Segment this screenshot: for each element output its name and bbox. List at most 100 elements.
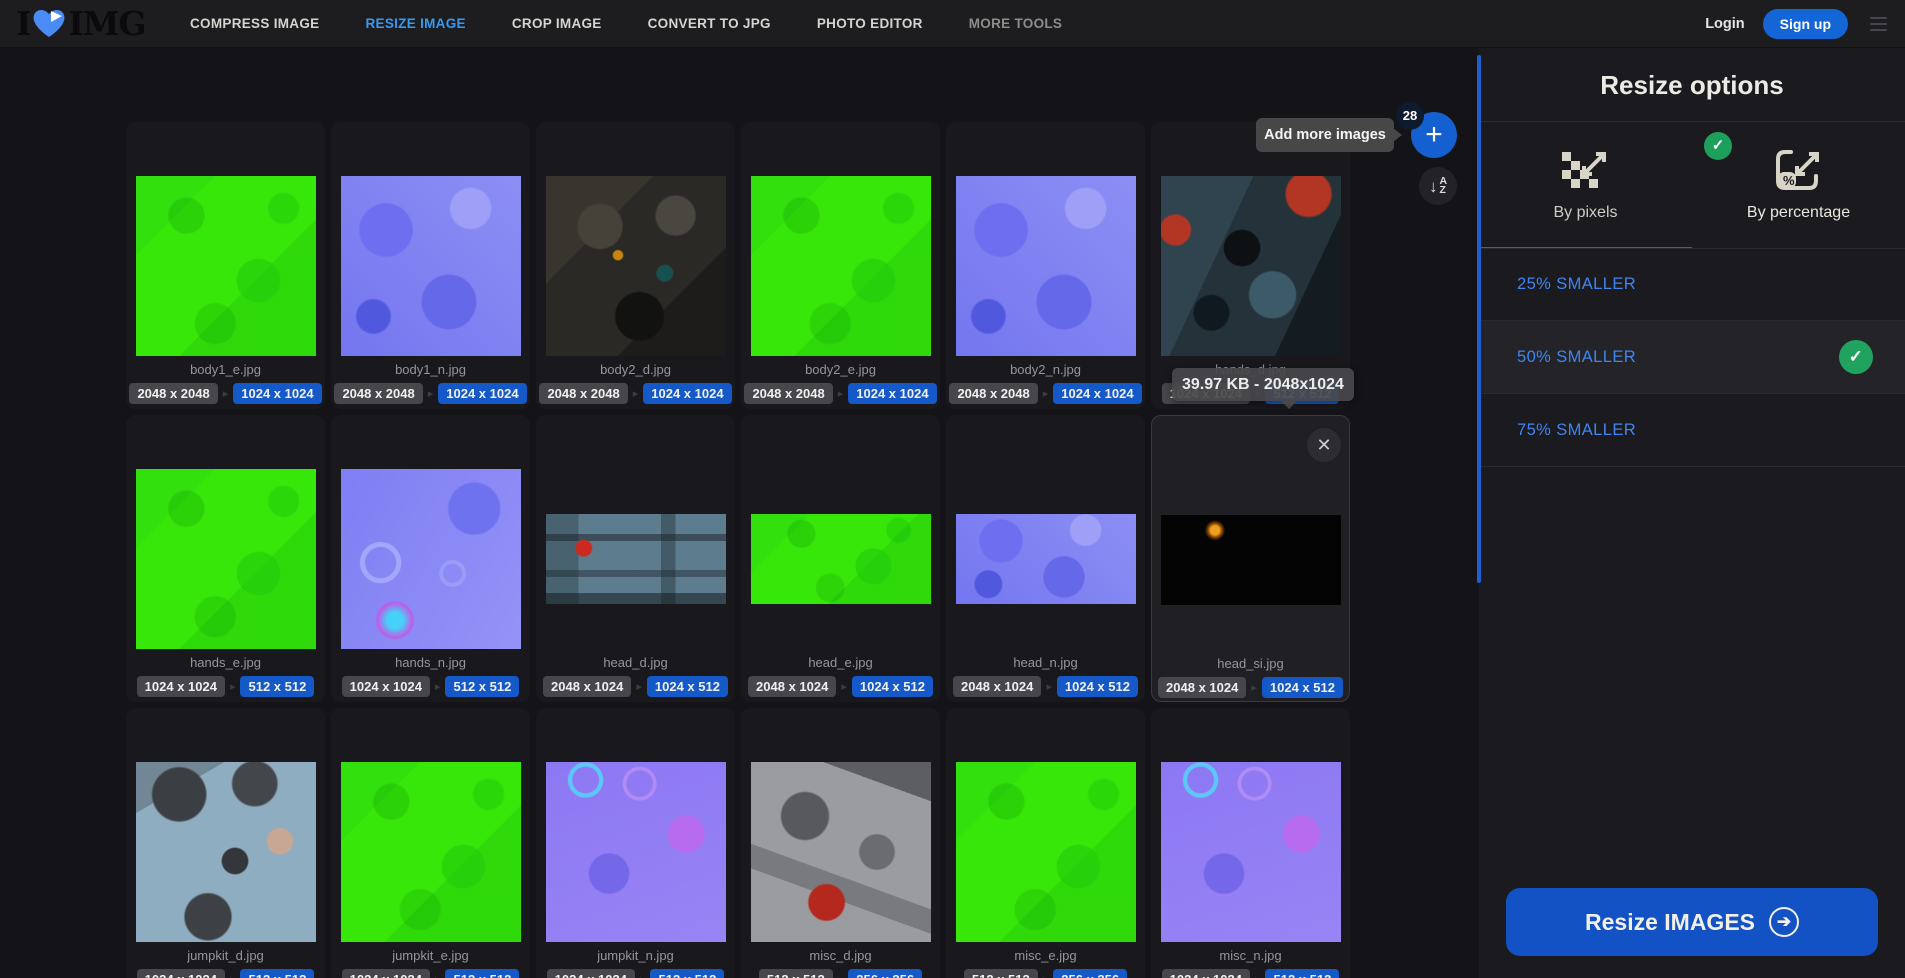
original-size-badge: 2048 x 1024 [543,676,632,697]
signup-button[interactable]: Sign up [1762,8,1848,39]
resize-arrow-icon: ▸ [1046,681,1052,693]
resize-arrow-icon: ▸ [838,973,844,978]
target-size-badge: 512 x 512 [1265,969,1340,978]
file-name: head_e.jpg [808,655,873,670]
file-card-body1_e[interactable]: body1_e.jpg 2048 x 2048 ▸ 1024 x 1024 [126,122,325,409]
target-size-badge: 256 x 256 [848,969,923,978]
file-name: body2_e.jpg [805,362,876,377]
file-name: head_si.jpg [1217,656,1284,671]
size-badges: 2048 x 2048 ▸ 1024 x 1024 [744,383,937,404]
file-name: head_n.jpg [1013,655,1078,670]
target-size-badge: 1024 x 512 [1261,677,1343,698]
size-badges: 1024 x 1024 ▸ 512 x 512 [1161,969,1340,978]
image-thumbnail [1160,176,1341,356]
heart-icon [34,9,65,37]
file-name: body2_n.jpg [1010,362,1081,377]
image-thumbnail [750,514,931,604]
original-size-badge: 2048 x 2048 [744,383,833,404]
resize-arrow-icon: ▸ [230,973,236,978]
file-name: body2_d.jpg [600,362,671,377]
login-link[interactable]: Login [1705,16,1744,32]
file-card-jumpkit_d[interactable]: jumpkit_d.jpg 1024 x 1024 ▸ 512 x 512 [126,708,325,978]
logo-text-i: I [16,4,31,43]
logo-text-img: IMG [68,4,146,43]
file-card-head_d[interactable]: head_d.jpg 2048 x 1024 ▸ 1024 x 512 [536,415,735,702]
file-card-body1_n[interactable]: body1_n.jpg 2048 x 2048 ▸ 1024 x 1024 [331,122,530,409]
nav-item-convert-to-jpg[interactable]: CONVERT TO JPG [648,16,771,31]
remove-file-icon[interactable]: ✕ [1307,428,1341,462]
file-card-body2_n[interactable]: body2_n.jpg 2048 x 2048 ▸ 1024 x 1024 [946,122,1145,409]
file-card-misc_d[interactable]: misc_d.jpg 512 x 512 ▸ 256 x 256 [741,708,940,978]
option-label: 75% SMALLER [1517,420,1637,439]
size-badges: 1024 x 1024 ▸ 512 x 512 [136,969,315,978]
file-name: misc_d.jpg [809,948,872,963]
file-info-tooltip: 39.97 KB - 2048x1024 [1172,368,1354,409]
file-grid: body1_e.jpg 2048 x 2048 ▸ 1024 x 1024 body1_… [126,122,1350,978]
thumbnail-area [135,415,316,654]
size-badges: 1024 x 1024 ▸ 512 x 512 [341,676,520,697]
target-size-badge: 1024 x 1024 [848,383,937,404]
file-card-hands_d[interactable]: hands_d.jpg1024 x 1024▸512 x 512 [1151,122,1350,409]
svg-text:%: % [1783,173,1795,188]
file-card-head_n[interactable]: head_n.jpg 2048 x 1024 ▸ 1024 x 512 [946,415,1145,702]
pixels-icon [1561,151,1606,188]
file-name: misc_n.jpg [1219,948,1282,963]
iloveimg-logo[interactable]: I IMG [16,7,166,41]
image-thumbnail [955,176,1136,356]
nav-item-photo-editor[interactable]: PHOTO EDITOR [817,16,923,31]
nav-item-crop-image[interactable]: CROP IMAGE [512,16,602,31]
file-card-hands_n[interactable]: hands_n.jpg 1024 x 1024 ▸ 512 x 512 [331,415,530,702]
sort-az-button[interactable]: ↓ A Z [1419,167,1457,205]
nav-item-compress-image[interactable]: COMPRESS IMAGE [190,16,319,31]
iloveimg-resize-page: { "topbar": { "logo_pre": "I", "logo_pos… [0,0,1905,978]
size-badges: 2048 x 1024 ▸ 1024 x 512 [543,676,728,697]
sidebar-scrollbar[interactable] [1477,55,1481,583]
file-card-misc_e[interactable]: misc_e.jpg 512 x 512 ▸ 256 x 256 [946,708,1145,978]
target-size-badge: 1024 x 1024 [1053,383,1142,404]
image-thumbnail [340,176,521,356]
thumbnail-area [955,708,1136,947]
menu-icon[interactable] [1866,13,1891,35]
option-25-smaller[interactable]: 25% SMALLER [1479,248,1905,321]
resize-images-button[interactable]: Resize IMAGES ➔ [1506,888,1878,956]
file-card-head_e[interactable]: head_e.jpg 2048 x 1024 ▸ 1024 x 512 [741,415,940,702]
nav-item-more-tools[interactable]: MORE TOOLS [969,16,1063,31]
file-card-hands_e[interactable]: hands_e.jpg 1024 x 1024 ▸ 512 x 512 [126,415,325,702]
option-75-smaller[interactable]: 75% SMALLER [1479,394,1905,467]
file-count-badge: 28 [1396,102,1424,130]
percentage-icon: % [1775,150,1819,190]
file-card-body2_d[interactable]: body2_d.jpg 2048 x 2048 ▸ 1024 x 1024 [536,122,735,409]
original-size-badge: 1024 x 1024 [136,969,225,978]
file-card-jumpkit_e[interactable]: jumpkit_e.jpg 1024 x 1024 ▸ 512 x 512 [331,708,530,978]
resize-arrow-icon: ▸ [636,681,642,693]
size-badges: 2048 x 2048 ▸ 1024 x 1024 [129,383,322,404]
file-name: jumpkit_n.jpg [597,948,674,963]
resize-arrow-icon: ▸ [837,388,844,400]
image-thumbnail [135,469,316,649]
original-size-badge: 1024 x 1024 [136,676,225,697]
file-card-jumpkit_n[interactable]: jumpkit_n.jpg 1024 x 1024 ▸ 512 x 512 [536,708,735,978]
target-size-badge: 1024 x 512 [851,676,933,697]
file-card-head_si[interactable]: ✕ head_si.jpg 2048 x 1024 ▸ 1024 x 512 [1151,415,1350,702]
file-card-body2_e[interactable]: body2_e.jpg 2048 x 2048 ▸ 1024 x 1024 [741,122,940,409]
thumbnail-area [1160,122,1341,361]
original-size-badge: 2048 x 2048 [129,383,218,404]
target-size-badge: 1024 x 512 [1056,676,1138,697]
file-name: body1_e.jpg [190,362,261,377]
tab-by-pixels[interactable]: By pixels [1479,122,1692,248]
file-card-misc_n[interactable]: misc_n.jpg 1024 x 1024 ▸ 512 x 512 [1151,708,1350,978]
image-thumbnail [1160,762,1341,942]
percentage-options: 25% SMALLER 50% SMALLER ✓ 75% SMALLER [1479,248,1905,467]
resize-arrow-icon: ▸ [427,388,434,400]
nav-item-resize-image[interactable]: RESIZE IMAGE [365,16,465,31]
resize-arrow-icon: ▸ [1251,682,1257,694]
tab-by-percentage[interactable]: ✓ % By percentage [1692,122,1905,248]
panel-title: Resize options [1479,48,1905,122]
image-thumbnail [135,176,316,356]
option-50-smaller[interactable]: 50% SMALLER ✓ [1479,321,1905,394]
thumbnail-area [545,415,726,654]
selected-check-icon: ✓ [1839,340,1873,374]
resize-options-panel: Resize options By pixels ✓ % By percenta… [1479,48,1905,978]
topbar: I IMG COMPRESS IMAGE RESIZE IMAGE CROP IMA… [0,0,1905,48]
account-area: Login Sign up [1705,8,1891,39]
